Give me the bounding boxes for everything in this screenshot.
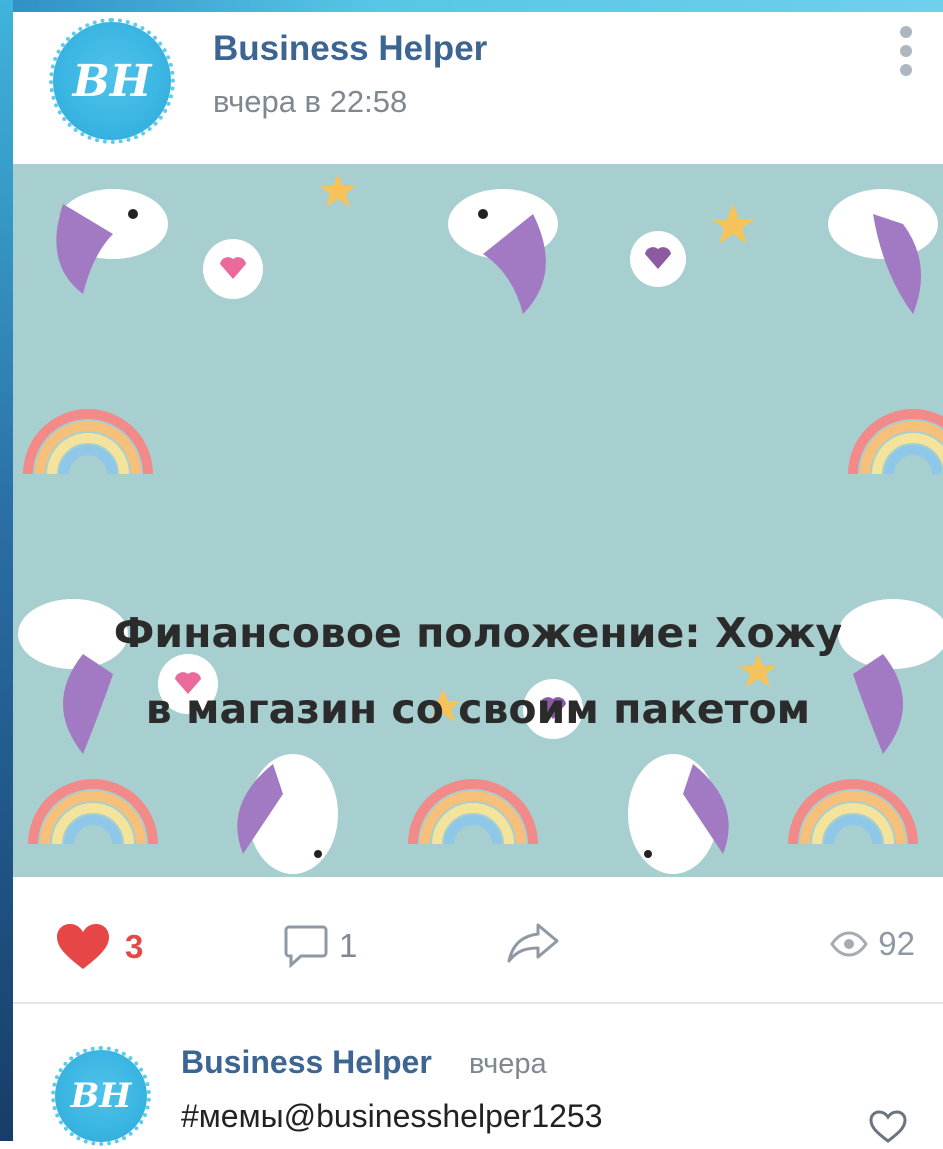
- rainbow-decoration: [788, 779, 918, 845]
- post-actions-bar: 3 1 92: [13, 877, 943, 1004]
- author-avatar[interactable]: BH: [49, 18, 175, 144]
- window-left-border: [0, 0, 13, 1141]
- unicorn-pattern-illustration: [18, 174, 943, 874]
- views-counter: 92: [830, 925, 915, 963]
- heart-bubble-decoration: [158, 231, 686, 739]
- like-button[interactable]: 3: [55, 923, 143, 971]
- avatar-initials: BH: [70, 1076, 132, 1116]
- post-timestamp: вчера в 22:58: [213, 84, 408, 119]
- comment-author-name[interactable]: Business Helper: [181, 1044, 432, 1081]
- comment-count: 1: [339, 927, 358, 964]
- post-image[interactable]: Финансовое положение: Хожу в магазин со …: [13, 164, 943, 877]
- comment-icon: [284, 925, 328, 969]
- share-icon: [507, 923, 559, 963]
- comment-like-button[interactable]: [869, 1110, 907, 1149]
- like-count: 3: [125, 928, 144, 965]
- rainbow-decoration: [848, 409, 943, 475]
- window-top-border: [0, 0, 943, 12]
- rainbow-decoration: [28, 779, 158, 845]
- share-button[interactable]: [506, 921, 560, 970]
- comment-item: BH Business Helper вчера #мемы@businessh…: [13, 1004, 943, 1146]
- comment-author-avatar[interactable]: BH: [51, 1046, 151, 1146]
- eye-icon: [830, 931, 869, 957]
- comment-timestamp: вчера: [469, 1048, 547, 1080]
- rainbow-decoration: [23, 409, 153, 475]
- post-author-name[interactable]: Business Helper: [213, 29, 487, 69]
- image-caption-line-1: Финансовое положение: Хожу: [113, 609, 843, 657]
- unicorn-decoration: [18, 189, 943, 874]
- avatar-initials: BH: [72, 55, 152, 107]
- heart-outline-icon: [869, 1110, 907, 1143]
- comment-button[interactable]: 1: [283, 923, 357, 969]
- comment-text[interactable]: #мемы@businesshelper1253: [181, 1098, 603, 1135]
- more-vertical-icon[interactable]: [899, 26, 913, 76]
- rainbow-decoration: [408, 779, 538, 845]
- views-count: 92: [878, 925, 915, 962]
- heart-icon: [57, 924, 109, 969]
- post-header: BH Business Helper вчера в 22:58: [13, 12, 943, 164]
- image-caption-line-2: в магазин со своим пакетом: [145, 685, 811, 733]
